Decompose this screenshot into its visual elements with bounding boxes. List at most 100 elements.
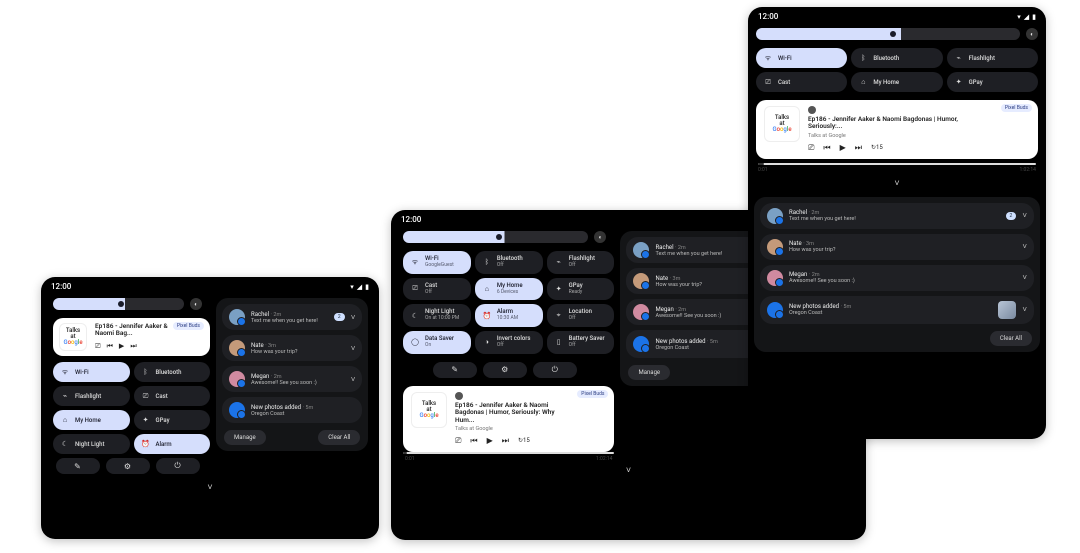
qs-gpay[interactable]: ✦GPay (134, 410, 211, 430)
notification-photos[interactable]: New photos added · 5m Oregon Coast ˅ (760, 296, 1034, 324)
brightness-slider[interactable] (53, 298, 184, 310)
qs-location[interactable]: ⌖LocationOff (547, 304, 615, 327)
qs-datasaver[interactable]: ◯Data SaverOn (403, 331, 471, 354)
qs-bluetooth[interactable]: ᛒBluetooth (851, 48, 942, 68)
forward-15-icon[interactable]: ↻15 (518, 437, 530, 444)
qs-alarm[interactable]: ⏰Alarm10:30 AM (475, 304, 543, 327)
qs-wifi[interactable]: ᯤWi-FiGoogleGuest (403, 251, 471, 274)
prev-icon[interactable]: ⏮ (107, 342, 113, 351)
edit-button[interactable]: ✎ (56, 458, 100, 474)
prev-icon[interactable]: ⏮ (470, 436, 477, 446)
next-icon[interactable]: ⏭ (502, 436, 509, 446)
photo-thumbnail (998, 301, 1016, 319)
notification-photos[interactable]: New photos added · 5m Oregon Coast (222, 397, 362, 423)
notification-panel: Rachel · 2m Text me when you get here! 2… (754, 197, 1040, 352)
clear-all-button[interactable]: Clear All (990, 331, 1032, 346)
avatar (633, 273, 649, 289)
chevron-down-icon[interactable]: ˅ (1022, 211, 1027, 220)
chevron-down-icon[interactable]: ˅ (351, 344, 356, 353)
qs-invert[interactable]: ◑Invert colorsOff (475, 331, 543, 354)
qs-nightlight[interactable]: ☾Night LightOn at 10:00 PM (403, 304, 471, 327)
media-device-badge[interactable]: Pixel Buds (173, 322, 204, 330)
qs-gpay[interactable]: ✦GPayReady (547, 278, 615, 301)
media-title: Ep186 - Jennifer Aaker & Naomi Bagdonas … (808, 116, 1030, 131)
battery-icon: ▯ (554, 338, 564, 346)
next-icon[interactable]: ⏭ (855, 143, 862, 153)
chevron-down-icon[interactable]: ˅ (1022, 273, 1027, 282)
brightness-slider[interactable] (756, 28, 1020, 40)
chevron-down-icon[interactable]: ˅ (1022, 305, 1027, 314)
notification-nate[interactable]: Nate · 3m How was your trip? ˅ (760, 234, 1034, 260)
brightness-slider[interactable] (403, 231, 588, 243)
auto-brightness-icon[interactable]: ◐ (190, 298, 202, 310)
notification-nate[interactable]: Nate · 3m How was your trip? ˅ (222, 335, 362, 361)
qs-wifi[interactable]: ᯤWi-Fi (756, 48, 847, 68)
qs-flashlight[interactable]: ⌁FlashlightOff (547, 251, 615, 274)
wifi-icon: ᯤ (763, 54, 773, 63)
media-device-badge[interactable]: Pixel Buds (577, 390, 608, 398)
next-icon[interactable]: ⏭ (130, 342, 136, 351)
wifi-icon: ᯤ (60, 368, 70, 377)
qs-gpay[interactable]: ✦GPay (947, 72, 1038, 92)
media-card[interactable]: Talksat Google Pixel Buds Ep186 - Jennif… (53, 318, 210, 356)
clear-all-button[interactable]: Clear All (318, 430, 360, 445)
qs-cast[interactable]: ⎚Cast (756, 72, 847, 92)
cast-icon[interactable]: ⎚ (95, 342, 101, 351)
notification-rachel[interactable]: Rachel · 2m Text me when you get here! 2… (760, 203, 1034, 229)
auto-brightness-icon[interactable]: ◐ (1026, 28, 1038, 40)
cast-icon[interactable]: ⎚ (808, 143, 814, 153)
datasaver-icon: ◯ (410, 338, 420, 346)
media-card[interactable]: Talksat Google Pixel Buds Ep186 - Jennif… (756, 100, 1038, 159)
collapse-handle[interactable]: ˅ (748, 176, 1046, 193)
gpay-icon: ✦ (954, 78, 964, 86)
power-button[interactable]: ⏻ (533, 362, 577, 378)
play-icon[interactable]: ▶ (119, 342, 124, 350)
notification-megan[interactable]: Megan · 2m Awesome!! See you soon :) ˅ (222, 366, 362, 392)
avatar (633, 242, 649, 258)
qs-flashlight[interactable]: ⌁Flashlight (947, 48, 1038, 68)
notification-rachel[interactable]: Rachel · 2m Text me when you get here! 2… (222, 304, 362, 330)
chevron-down-icon[interactable]: ˅ (1022, 242, 1027, 251)
cast-icon: ⎚ (410, 284, 420, 293)
qs-nightlight[interactable]: ☾Night Light (53, 434, 130, 454)
media-device-badge[interactable]: Pixel Buds (1001, 104, 1032, 112)
qs-wifi[interactable]: ᯤWi-Fi (53, 362, 130, 382)
media-progress-bar[interactable] (758, 163, 1036, 165)
edit-button[interactable]: ✎ (433, 362, 477, 378)
gpay-icon: ✦ (554, 285, 564, 293)
qs-alarm[interactable]: ⏰Alarm (134, 434, 211, 454)
media-art: Talksat Google (411, 392, 447, 428)
qs-myhome[interactable]: ⌂My Home (851, 72, 942, 92)
qs-flashlight[interactable]: ⌁Flashlight (53, 386, 130, 406)
qs-battery[interactable]: ▯Battery SaverOff (547, 331, 615, 354)
media-progress-bar[interactable] (403, 452, 614, 454)
qs-bluetooth[interactable]: ᛒBluetoothOff (475, 251, 543, 274)
collapse-handle[interactable]: ˅ (41, 480, 379, 497)
play-icon[interactable]: ▶ (840, 143, 846, 152)
status-time: 12:00 (401, 215, 421, 224)
forward-15-icon[interactable]: ↻15 (871, 144, 883, 151)
settings-button[interactable]: ⚙ (483, 362, 527, 378)
notification-megan[interactable]: Megan · 2m Awesome!! See you soon :) ˅ (760, 265, 1034, 291)
chevron-down-icon[interactable]: ˅ (351, 313, 356, 322)
qs-bluetooth[interactable]: ᛒBluetooth (134, 362, 211, 382)
settings-button[interactable]: ⚙ (106, 458, 150, 474)
cast-icon[interactable]: ⎚ (455, 436, 461, 446)
collapse-handle[interactable]: ˅ (391, 465, 866, 480)
device-small: 12:00 ▾◢▮ ◐ Talksat Google Pixel Buds Ep… (41, 277, 379, 539)
power-button[interactable]: ⏻ (156, 458, 200, 474)
play-icon[interactable]: ▶ (487, 436, 493, 445)
auto-brightness-icon[interactable]: ◐ (594, 231, 606, 243)
manage-button[interactable]: Manage (224, 430, 266, 445)
media-art: Talksat Google (764, 106, 800, 142)
qs-myhome[interactable]: ⌂My Home6 Devices (475, 278, 543, 301)
qs-myhome[interactable]: ⌂My Home (53, 410, 130, 430)
media-card[interactable]: Talksat Google Pixel Buds Ep186 - Jennif… (403, 386, 614, 452)
manage-button[interactable]: Manage (628, 365, 670, 380)
alarm-icon: ⏰ (141, 440, 151, 448)
chevron-down-icon[interactable]: ˅ (351, 375, 356, 384)
prev-icon[interactable]: ⏮ (823, 143, 830, 153)
qs-cast[interactable]: ⎚Cast (134, 386, 211, 406)
media-subtitle: Talks at Google (808, 133, 1030, 139)
qs-cast[interactable]: ⎚CastOff (403, 278, 471, 301)
